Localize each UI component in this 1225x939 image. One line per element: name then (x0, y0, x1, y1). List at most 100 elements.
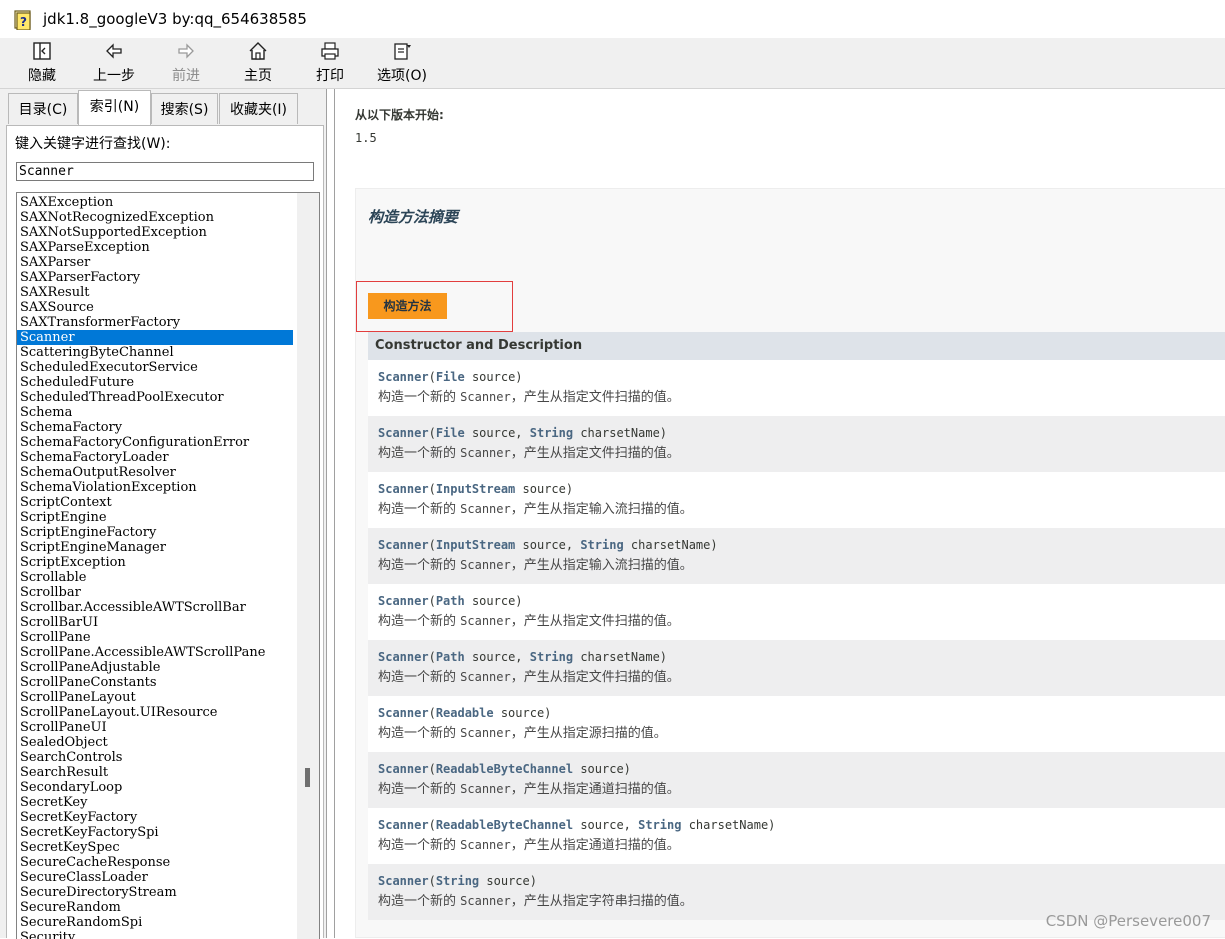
param-type-link[interactable]: String (436, 874, 479, 888)
param-type-link[interactable]: File (436, 370, 465, 384)
index-list-item[interactable]: ScrollPane.AccessibleAWTScrollPane (17, 645, 293, 660)
index-list-item[interactable]: SAXTransformerFactory (17, 315, 293, 330)
constructor-link[interactable]: Scanner (378, 706, 429, 720)
index-list-item[interactable]: ScriptException (17, 555, 293, 570)
index-list-item[interactable]: ScrollPaneLayout (17, 690, 293, 705)
param-type-link[interactable]: String (530, 650, 573, 664)
constructor-description: 构造一个新的 Scanner，产生从指定通道扫描的值。 (378, 834, 1225, 854)
index-list-item[interactable]: SAXParser (17, 255, 293, 270)
signature-paren: ( (428, 650, 436, 664)
index-list-item[interactable]: SAXException (17, 195, 293, 210)
tab-contents[interactable]: 目录(C) (8, 93, 78, 124)
constructor-link[interactable]: Scanner (378, 762, 429, 776)
index-list-item[interactable]: SecretKeyFactory (17, 810, 293, 825)
index-list-item[interactable]: ScriptEngineManager (17, 540, 293, 555)
index-list-item[interactable]: SecureRandom (17, 900, 293, 915)
param-type-link[interactable]: Path (436, 650, 465, 664)
index-list-item[interactable]: SAXResult (17, 285, 293, 300)
index-list-item[interactable]: ScrollBarUI (17, 615, 293, 630)
param-type-link[interactable]: String (580, 538, 623, 552)
constructor-link[interactable]: Scanner (378, 538, 429, 552)
index-list-item[interactable]: SecureCacheResponse (17, 855, 293, 870)
index-list-item[interactable]: Scrollable (17, 570, 293, 585)
index-list-item[interactable]: SearchResult (17, 765, 293, 780)
svg-text:?: ? (20, 15, 27, 29)
index-list-item[interactable]: SAXSource (17, 300, 293, 315)
forward-button[interactable]: 前进 (164, 40, 208, 86)
index-list-item[interactable]: Schema (17, 405, 293, 420)
keyword-search-input[interactable] (16, 162, 314, 181)
forward-label: 前进 (172, 68, 200, 84)
param-type-link[interactable]: Path (436, 594, 465, 608)
index-list-item[interactable]: SecureDirectoryStream (17, 885, 293, 900)
index-list-item[interactable]: SearchControls (17, 750, 293, 765)
index-list-item[interactable]: SAXNotRecognizedException (17, 210, 293, 225)
description-code: Scanner (460, 782, 511, 796)
home-button[interactable]: 主页 (238, 40, 278, 86)
index-list-item[interactable]: SchemaFactoryLoader (17, 450, 293, 465)
index-list-item[interactable]: ScrollPaneAdjustable (17, 660, 293, 675)
scrollbar-thumb[interactable] (305, 768, 310, 787)
index-list-item[interactable]: ScriptEngine (17, 510, 293, 525)
index-list-item[interactable]: SchemaViolationException (17, 480, 293, 495)
index-list-item[interactable]: Scrollbar (17, 585, 293, 600)
constructor-link[interactable]: Scanner (378, 874, 429, 888)
param-type-link[interactable]: String (638, 818, 681, 832)
index-list-item[interactable]: SchemaFactoryConfigurationError (17, 435, 293, 450)
tab-index[interactable]: 索引(N) (78, 90, 151, 125)
constructor-link[interactable]: Scanner (378, 594, 429, 608)
index-list-item[interactable]: SAXParserFactory (17, 270, 293, 285)
index-list-item[interactable]: ScatteringByteChannel (17, 345, 293, 360)
constructor-link[interactable]: Scanner (378, 482, 429, 496)
description-code: Scanner (460, 390, 511, 404)
param-text: source) (515, 482, 574, 496)
param-type-link[interactable]: Readable (436, 706, 494, 720)
index-list-item[interactable]: ScrollPane (17, 630, 293, 645)
constructor-link[interactable]: Scanner (378, 426, 429, 440)
index-list-item[interactable]: ScrollPaneUI (17, 720, 293, 735)
index-list-item[interactable]: SecretKeyFactorySpi (17, 825, 293, 840)
index-list-item[interactable]: SchemaOutputResolver (17, 465, 293, 480)
signature-paren: ( (428, 874, 436, 888)
constructor-link[interactable]: Scanner (378, 370, 429, 384)
print-button[interactable]: 打印 (310, 40, 350, 86)
param-type-link[interactable]: InputStream (436, 482, 515, 496)
index-list-item[interactable]: ScheduledExecutorService (17, 360, 293, 375)
index-list-item[interactable]: SecureRandomSpi (17, 915, 293, 930)
param-type-link[interactable]: String (530, 426, 573, 440)
param-text: source) (573, 762, 631, 776)
options-button[interactable]: 选项(O) (372, 40, 432, 86)
index-list-item[interactable]: SchemaFactory (17, 420, 293, 435)
param-type-link[interactable]: File (436, 426, 465, 440)
index-keyword-list[interactable]: SAXException SAXNotRecognizedException SAX… (16, 192, 320, 939)
param-type-link[interactable]: ReadableByteChannel (436, 762, 573, 776)
index-list-item[interactable]: ScheduledFuture (17, 375, 293, 390)
tab-search[interactable]: 搜索(S) (151, 93, 218, 124)
index-list-item[interactable]: SecondaryLoop (17, 780, 293, 795)
index-list-item[interactable]: ScriptContext (17, 495, 293, 510)
index-list-item[interactable]: SAXParseException (17, 240, 293, 255)
param-type-link[interactable]: ReadableByteChannel (436, 818, 573, 832)
back-button[interactable]: 上一步 (88, 40, 140, 86)
constructor-link[interactable]: Scanner (378, 650, 429, 664)
hide-button[interactable]: 隐藏 (22, 40, 62, 86)
index-list-scrollbar[interactable] (297, 193, 319, 939)
index-list-item[interactable]: Scrollbar.AccessibleAWTScrollBar (17, 600, 293, 615)
index-list-item[interactable]: ScheduledThreadPoolExecutor (17, 390, 293, 405)
index-list-item[interactable]: SecretKey (17, 795, 293, 810)
index-list-item[interactable]: Scanner (17, 330, 293, 345)
since-label: 从以下版本开始: (355, 108, 444, 122)
index-list-item[interactable]: ScrollPaneConstants (17, 675, 293, 690)
print-label: 打印 (316, 68, 344, 84)
param-type-link[interactable]: InputStream (436, 538, 515, 552)
index-list-item[interactable]: SecretKeySpec (17, 840, 293, 855)
index-list-item[interactable]: ScriptEngineFactory (17, 525, 293, 540)
tab-favorites[interactable]: 收藏夹(I) (219, 93, 298, 124)
index-list-item[interactable]: SecureClassLoader (17, 870, 293, 885)
index-list-item[interactable]: ScrollPaneLayout.UIResource (17, 705, 293, 720)
index-list-item[interactable]: SAXNotSupportedException (17, 225, 293, 240)
constructor-link[interactable]: Scanner (378, 818, 429, 832)
constructor-signature: Scanner(File source) (378, 369, 1225, 386)
index-list-item[interactable]: SealedObject (17, 735, 293, 750)
section-title: 构造方法摘要 (368, 208, 459, 226)
